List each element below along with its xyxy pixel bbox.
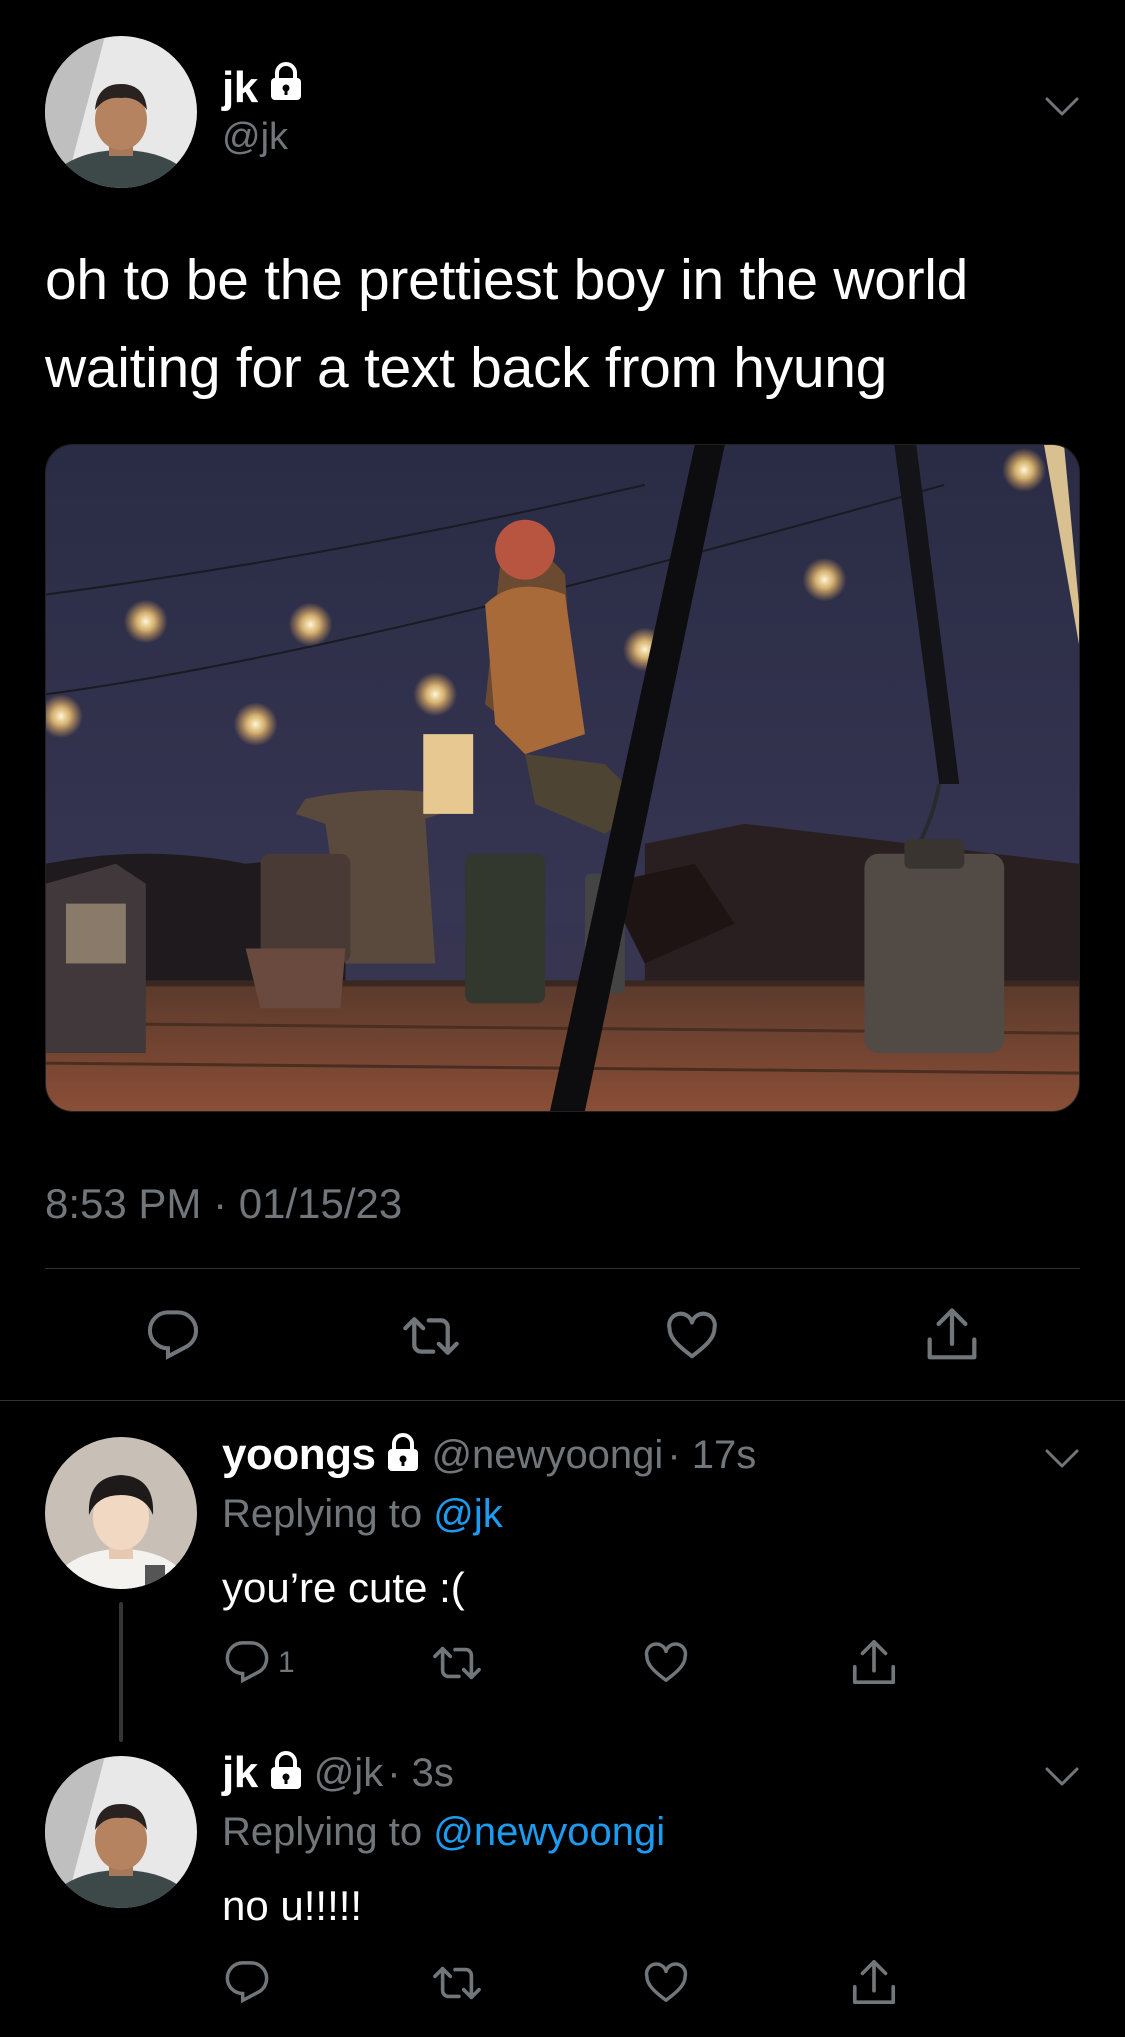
like-icon <box>667 1311 717 1359</box>
tweet-timestamp[interactable]: 8:53 PM · 01/15/23 <box>45 1180 402 1228</box>
tweet-text-line: oh to be the prettiest boy in the world <box>45 248 969 312</box>
reply-icon <box>225 1641 269 1684</box>
reply-button[interactable]: 1 <box>224 1640 295 1686</box>
retweet-icon <box>403 1317 459 1355</box>
share-button[interactable] <box>850 1958 898 2008</box>
like-button[interactable] <box>664 1309 720 1363</box>
retweet-button[interactable] <box>402 1309 460 1363</box>
reply-avatar[interactable] <box>45 1756 197 1908</box>
retweet-icon <box>433 1646 481 1680</box>
like-icon <box>644 1962 688 2002</box>
reply-author-name[interactable]: jk <box>222 1748 258 1798</box>
replying-to-prefix: Replying to <box>222 1810 434 1854</box>
tweet-text: oh to be the prettiest boy in the world … <box>45 236 1085 412</box>
chevron-down-icon[interactable] <box>1044 96 1080 123</box>
author-handle[interactable]: @jk <box>222 116 288 159</box>
share-icon <box>927 1308 977 1360</box>
reply-avatar[interactable] <box>45 1437 197 1589</box>
reply-author-handle[interactable]: @newyoongi <box>431 1433 663 1478</box>
like-button[interactable] <box>642 1960 690 2006</box>
reply-text: no u!!!!! <box>222 1882 363 1929</box>
like-icon <box>644 1642 688 1682</box>
share-button[interactable] <box>924 1306 980 1364</box>
divider <box>45 1268 1080 1269</box>
divider <box>0 1400 1125 1401</box>
lock-icon <box>268 62 304 113</box>
reply-icon <box>147 1310 199 1360</box>
reply-header: jk @jk · 3s <box>222 1748 454 1798</box>
reply-button[interactable] <box>146 1309 200 1363</box>
reply-text: you’re cute :( <box>222 1564 465 1611</box>
reply-header: yoongs @newyoongi · 17s <box>222 1430 756 1480</box>
replying-to-mention[interactable]: @jk <box>433 1492 503 1536</box>
reply-icon <box>225 1961 269 2004</box>
reply-author-handle[interactable]: @jk <box>314 1751 384 1796</box>
reply-count: 1 <box>278 1646 295 1679</box>
replying-to-mention[interactable]: @newyoongi <box>433 1810 665 1854</box>
share-icon <box>852 1640 896 1685</box>
chevron-down-icon[interactable] <box>1044 1448 1080 1475</box>
author-name[interactable]: jk <box>222 62 304 113</box>
like-button[interactable] <box>642 1640 690 1686</box>
reply-author-name[interactable]: yoongs <box>222 1430 376 1480</box>
tweet-photo[interactable] <box>45 444 1080 1112</box>
retweet-icon <box>433 1966 481 2000</box>
retweet-button[interactable] <box>432 1960 482 2006</box>
replying-to: Replying to @jk <box>222 1492 503 1537</box>
tweet-text-line: waiting for a text back from hyung <box>45 336 888 400</box>
replying-to: Replying to @newyoongi <box>222 1810 665 1855</box>
retweet-button[interactable] <box>432 1640 482 1686</box>
share-icon <box>852 1960 896 2005</box>
chevron-down-icon[interactable] <box>1044 1766 1080 1793</box>
lock-icon <box>268 1750 304 1796</box>
reply-time: · 17s <box>667 1432 757 1477</box>
share-button[interactable] <box>850 1638 898 1688</box>
reply-button[interactable] <box>224 1960 270 2006</box>
author-name-text[interactable]: jk <box>222 63 258 113</box>
lock-icon <box>385 1432 421 1478</box>
reply-time: · 3s <box>387 1750 454 1795</box>
thread-line <box>119 1602 123 1742</box>
author-avatar[interactable] <box>45 36 197 188</box>
replying-to-prefix: Replying to <box>222 1492 434 1536</box>
